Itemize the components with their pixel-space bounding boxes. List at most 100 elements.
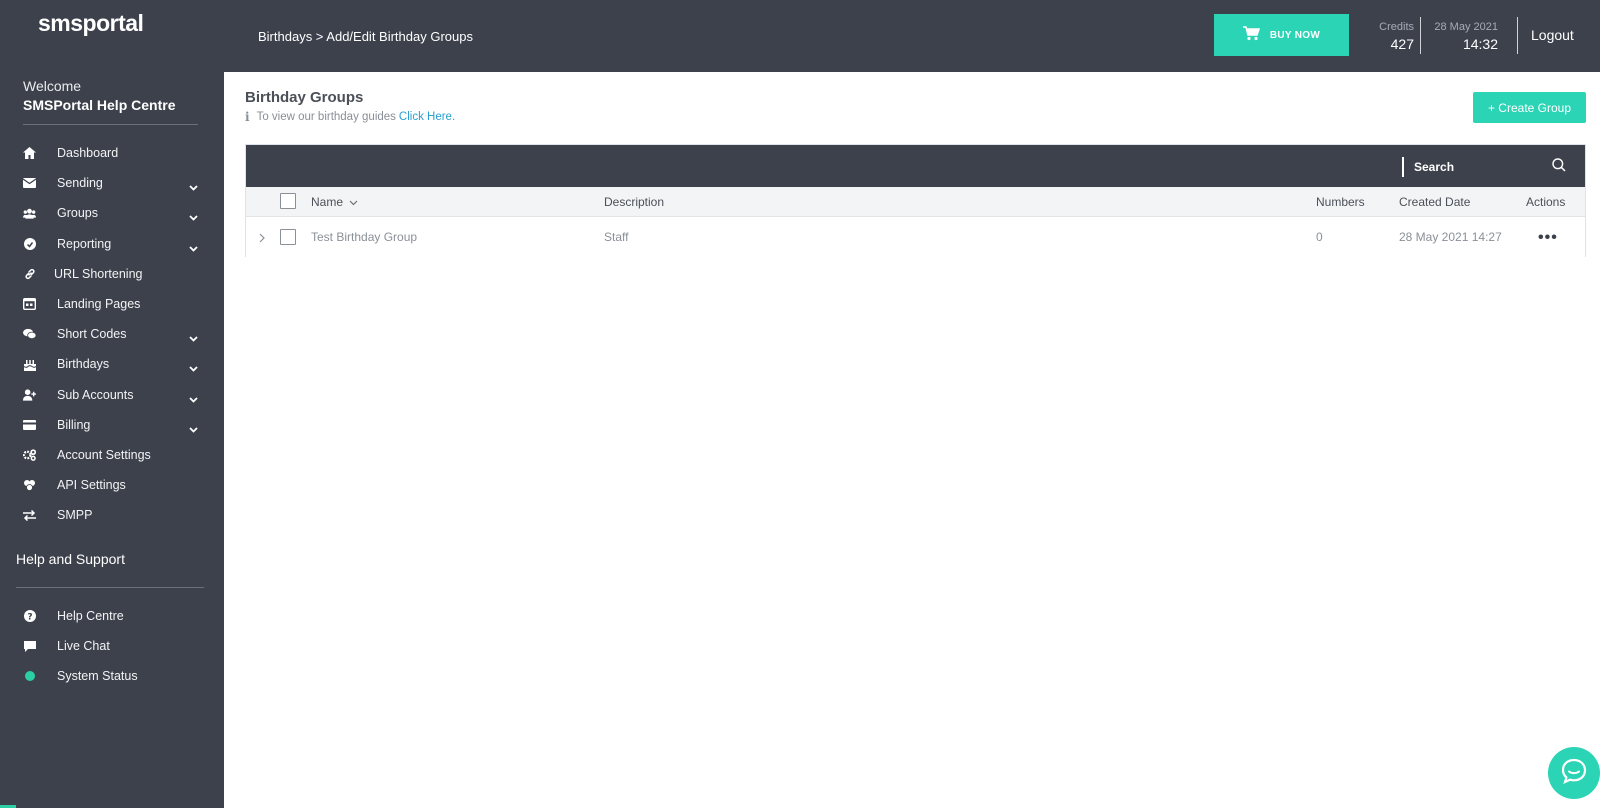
- sidebar-item-smpp[interactable]: SMPP: [0, 500, 224, 530]
- api-icon: [23, 479, 36, 492]
- groups-table: Name Description Numbers Created Date Ac…: [245, 144, 1586, 257]
- sidebar-item-api-settings[interactable]: API Settings: [0, 470, 224, 500]
- row-numbers: 0: [1316, 230, 1323, 244]
- sidebar-item-label: Groups: [57, 206, 98, 221]
- sidebar-item-system-status[interactable]: System Status: [0, 661, 224, 691]
- table-header: Name Description Numbers Created Date Ac…: [246, 187, 1585, 217]
- sidebar-item-label: SMPP: [57, 508, 93, 523]
- chevron-down-icon[interactable]: [189, 329, 198, 347]
- sidebar-item-label: Billing: [57, 417, 91, 432]
- credits-display: Credits 427: [1368, 21, 1414, 52]
- search-input[interactable]: [1414, 157, 1534, 177]
- row-checkbox[interactable]: [280, 229, 296, 245]
- sidebar-item-label: API Settings: [57, 478, 126, 493]
- credit-card-icon: [23, 418, 36, 431]
- buy-now-button[interactable]: BUY NOW: [1214, 14, 1349, 56]
- sidebar-item-label: Short Codes: [57, 327, 127, 342]
- chevron-down-icon[interactable]: [189, 390, 198, 408]
- sidebar-item-billing[interactable]: Billing: [0, 410, 224, 440]
- sidebar-item-label: Account Settings: [57, 447, 151, 462]
- question-icon: ?: [23, 610, 36, 623]
- cake-icon: [23, 358, 36, 371]
- user-plus-icon: [23, 388, 36, 401]
- sidebar: smsportal Welcome SMSPortal Help Centre …: [0, 0, 224, 808]
- topbar-divider: [1517, 17, 1518, 54]
- sort-chevron-icon: [349, 195, 358, 209]
- sidebar-item-reporting[interactable]: Reporting: [0, 229, 224, 259]
- sidebar-item-label: System Status: [57, 669, 138, 684]
- sidebar-item-account-settings[interactable]: Account Settings: [0, 440, 224, 470]
- sidebar-item-sending[interactable]: Sending: [0, 168, 224, 198]
- envelope-icon: [23, 177, 36, 190]
- exchange-icon: [23, 509, 36, 522]
- date-time-display: 28 May 2021 14:32: [1424, 21, 1498, 52]
- topbar-divider: [1420, 17, 1421, 54]
- sidebar-item-label: URL Shortening: [54, 266, 143, 281]
- sidebar-item-live-chat[interactable]: Live Chat: [0, 631, 224, 661]
- sidebar-item-url-shortening[interactable]: URL Shortening: [0, 259, 224, 289]
- status-dot-icon: [23, 670, 36, 683]
- select-all-checkbox[interactable]: [280, 193, 296, 209]
- chevron-down-icon[interactable]: [189, 420, 198, 438]
- sidebar-item-dashboard[interactable]: Dashboard: [0, 138, 224, 168]
- chat-icon: [23, 640, 36, 653]
- table-toolbar: [246, 145, 1585, 187]
- chevron-down-icon[interactable]: [189, 359, 198, 377]
- comments-icon: [23, 328, 36, 341]
- column-header-actions: Actions: [1526, 195, 1566, 209]
- smsportal-logo[interactable]: smsportal: [38, 10, 144, 37]
- svg-text:?: ?: [27, 612, 32, 622]
- sidebar-item-label: Live Chat: [57, 639, 110, 654]
- top-bar: Birthdays > Add/Edit Birthday Groups BUY…: [224, 0, 1600, 72]
- table-row[interactable]: Test Birthday Group Staff 0 28 May 2021 …: [246, 217, 1585, 257]
- current-time: 14:32: [1462, 36, 1498, 52]
- guide-text: To view our birthday guides: [256, 111, 396, 123]
- account-name: SMSPortal Help Centre: [23, 97, 176, 113]
- column-header-created-date: Created Date: [1399, 195, 1471, 209]
- column-header-numbers: Numbers: [1316, 195, 1365, 209]
- logout-link[interactable]: Logout: [1531, 27, 1574, 43]
- sidebar-item-label: Reporting: [57, 236, 112, 251]
- breadcrumb[interactable]: Birthdays > Add/Edit Birthday Groups: [258, 29, 473, 44]
- sidebar-item-landing-pages[interactable]: Landing Pages: [0, 289, 224, 319]
- home-icon: [23, 147, 36, 160]
- search-icon[interactable]: [1552, 158, 1566, 177]
- cogs-icon: [23, 448, 36, 461]
- users-icon: [23, 207, 36, 220]
- sidebar-item-label: Sending: [57, 176, 103, 191]
- link-icon: [23, 267, 36, 280]
- chat-bubble-icon: [1560, 757, 1588, 790]
- current-date: 28 May 2021: [1434, 21, 1498, 33]
- credits-label: Credits: [1379, 21, 1414, 33]
- help-nav: ? Help Centre Live Chat System Status: [0, 601, 224, 692]
- sidebar-item-birthdays[interactable]: Birthdays: [0, 349, 224, 379]
- sidebar-item-label: Sub Accounts: [57, 387, 134, 402]
- sidebar-item-label: Dashboard: [57, 146, 119, 161]
- create-group-button[interactable]: + Create Group: [1473, 92, 1586, 123]
- chevron-right-icon[interactable]: [259, 230, 265, 248]
- sidebar-item-label: Birthdays: [57, 357, 110, 372]
- page-title: Birthday Groups: [245, 89, 364, 106]
- column-header-name[interactable]: Name: [311, 195, 358, 209]
- buy-now-label: BUY NOW: [1269, 29, 1321, 41]
- row-actions-menu[interactable]: •••: [1538, 229, 1558, 247]
- guide-link[interactable]: Click Here.: [399, 111, 455, 123]
- row-created-date: 28 May 2021 14:27: [1399, 230, 1502, 244]
- chevron-down-icon[interactable]: [189, 239, 198, 257]
- live-chat-widget-button[interactable]: [1548, 747, 1600, 799]
- landing-page-icon: [23, 298, 36, 311]
- info-icon: i: [245, 110, 250, 124]
- sidebar-item-label: Help Centre: [57, 609, 124, 624]
- credits-value: 427: [1390, 36, 1414, 52]
- chevron-down-icon[interactable]: [189, 208, 198, 226]
- sidebar-item-label: Landing Pages: [57, 297, 141, 312]
- sidebar-item-help-centre[interactable]: ? Help Centre: [0, 601, 224, 631]
- reporting-icon: [23, 237, 36, 250]
- sidebar-item-sub-accounts[interactable]: Sub Accounts: [0, 380, 224, 410]
- sidebar-item-groups[interactable]: Groups: [0, 198, 224, 228]
- sidebar-divider: [23, 124, 198, 125]
- chevron-down-icon[interactable]: [189, 178, 198, 196]
- row-name: Test Birthday Group: [311, 230, 418, 244]
- sidebar-item-short-codes[interactable]: Short Codes: [0, 319, 224, 349]
- help-support-heading: Help and Support: [16, 551, 125, 567]
